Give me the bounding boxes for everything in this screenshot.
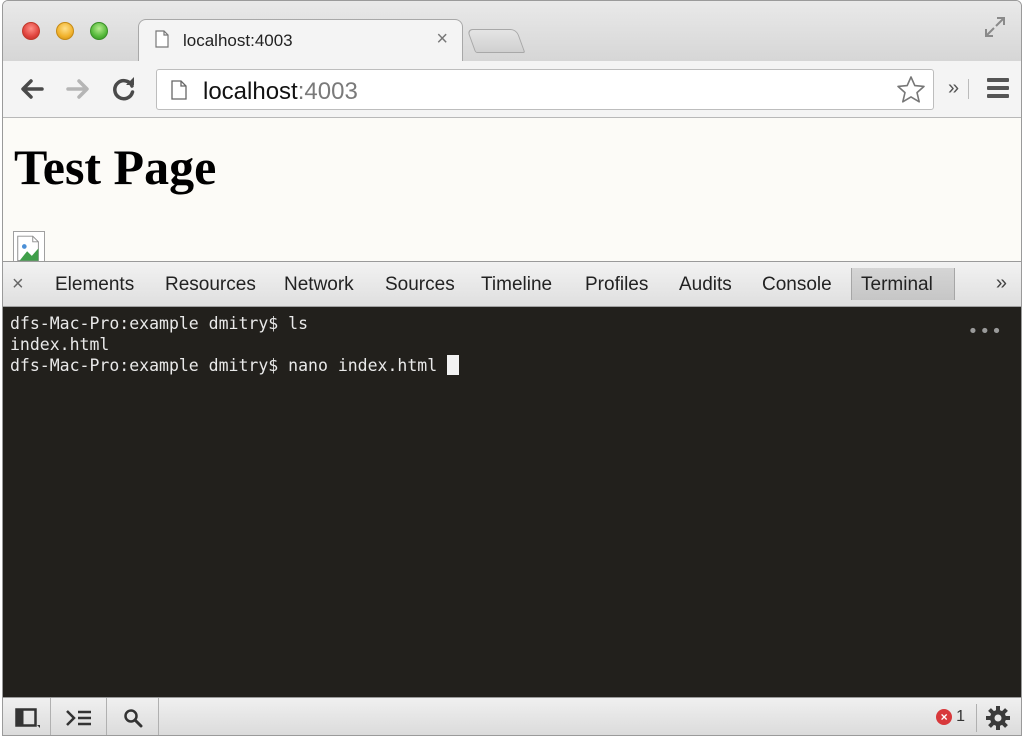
terminal-panel[interactable]: dfs-Mac-Pro:example dmitry$ ls index.htm…: [3, 307, 1021, 697]
window-close-button[interactable]: [22, 22, 40, 40]
dock-button[interactable]: [3, 698, 51, 735]
tab-audits[interactable]: Audits: [679, 274, 732, 296]
window-zoom-button[interactable]: [90, 22, 108, 40]
address-bar[interactable]: localhost:4003: [156, 69, 934, 110]
devtools-tab-bar: × Elements Resources Network Sources Tim…: [3, 261, 1021, 307]
menu-icon[interactable]: [987, 78, 1009, 98]
console-drawer-icon: [66, 710, 91, 726]
terminal-line-text: dfs-Mac-Pro:example dmitry$ nano index.h…: [10, 356, 448, 375]
console-drawer-button[interactable]: [51, 698, 107, 735]
url-host: localhost: [203, 78, 298, 105]
terminal-cursor: [447, 355, 460, 375]
browser-toolbar: localhost:4003 »: [3, 61, 1021, 118]
toolbar-divider: [968, 79, 969, 99]
tab-title: localhost:4003: [183, 31, 293, 50]
fullscreen-icon[interactable]: [983, 15, 1007, 39]
search-button[interactable]: [107, 698, 159, 735]
tab-profiles[interactable]: Profiles: [585, 274, 648, 296]
browser-window: localhost:4003 × localhost:4003 » Test P…: [2, 0, 1022, 736]
error-counter[interactable]: × 1: [936, 708, 965, 726]
search-icon: [124, 709, 143, 728]
extensions-chevron-icon[interactable]: »: [948, 77, 959, 100]
url-text: localhost:4003: [203, 78, 358, 106]
tab-strip: localhost:4003 ×: [3, 1, 1021, 61]
terminal-menu-icon[interactable]: •••: [967, 321, 1003, 342]
tab-timeline[interactable]: Timeline: [481, 274, 552, 296]
back-icon[interactable]: [17, 74, 47, 104]
tab-close-icon[interactable]: ×: [436, 28, 448, 51]
terminal-line: dfs-Mac-Pro:example dmitry$ nano index.h…: [10, 355, 460, 376]
url-port: :4003: [297, 78, 358, 105]
page-viewport: Test Page: [3, 118, 1021, 261]
devtools-status-bar: × 1: [3, 697, 1021, 735]
tab-sources[interactable]: Sources: [385, 274, 455, 296]
terminal-line: dfs-Mac-Pro:example dmitry$ ls: [10, 314, 309, 333]
tab-resources[interactable]: Resources: [165, 274, 256, 296]
new-tab-button[interactable]: [466, 29, 526, 53]
broken-image-icon: [13, 231, 45, 261]
tab-console[interactable]: Console: [762, 274, 832, 296]
browser-tab[interactable]: localhost:4003 ×: [138, 19, 463, 61]
terminal-line: index.html: [10, 335, 110, 354]
error-icon: ×: [936, 709, 953, 725]
page-heading: Test Page: [14, 139, 217, 195]
dock-icon: [15, 708, 40, 728]
more-tabs-chevron-icon[interactable]: »: [996, 272, 1007, 295]
window-minimize-button[interactable]: [56, 22, 74, 40]
reload-icon[interactable]: [109, 74, 139, 104]
page-icon: [171, 80, 187, 100]
tab-network[interactable]: Network: [284, 274, 354, 296]
devtools-close-icon[interactable]: ×: [12, 273, 24, 296]
tab-terminal[interactable]: Terminal: [861, 274, 933, 296]
forward-icon[interactable]: [63, 74, 93, 104]
tab-elements[interactable]: Elements: [55, 274, 134, 296]
star-icon[interactable]: [895, 74, 927, 106]
page-icon: [155, 30, 169, 48]
error-count: 1: [956, 708, 965, 725]
gear-icon[interactable]: [985, 705, 1011, 731]
statusbar-divider: [976, 704, 977, 732]
